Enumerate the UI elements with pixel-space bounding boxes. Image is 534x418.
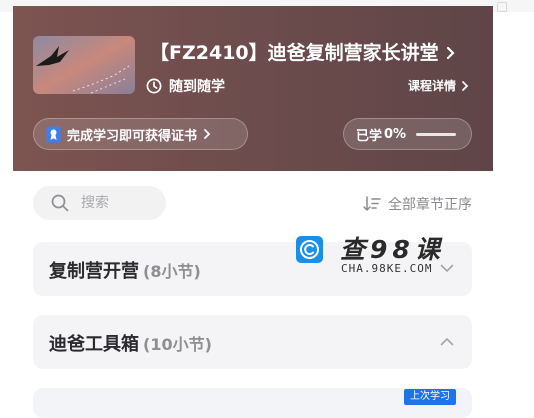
course-detail-link[interactable]: 课程详情 — [408, 77, 469, 94]
certificate-label: 完成学习即可获得证书 — [67, 128, 198, 144]
chevron-right-icon — [204, 129, 211, 139]
chapter-title: 复制营开营 (8小节) — [49, 257, 201, 283]
chapter-name: 迪爸工具箱 — [49, 334, 139, 355]
search-icon — [51, 194, 69, 212]
sort-toggle[interactable]: 全部章节正序 — [363, 194, 472, 214]
chapter-name: 复制营开营 — [49, 261, 139, 282]
clock-icon — [146, 78, 162, 94]
chapter-section-2[interactable]: 迪爸工具箱 (10小节) — [33, 315, 472, 369]
watermark-subtitle: CHA.98KE.COM — [341, 262, 433, 275]
course-thumbnail — [33, 36, 135, 94]
chevron-right-icon — [462, 80, 469, 91]
watermark-title: 查98课 — [340, 235, 445, 264]
progress-value: 0% — [384, 126, 407, 142]
search-input[interactable] — [79, 194, 163, 212]
progress-bar — [416, 132, 457, 136]
sort-icon — [363, 196, 381, 212]
chapter-count: (8小节) — [143, 262, 201, 281]
course-header: 【FZ2410】迪爸复制营家长讲堂 随到随学 课程详情 完成学习即可获得证书 已… — [13, 6, 493, 171]
window-control-icon — [497, 2, 507, 12]
progress-indicator: 已学 0% — [343, 118, 472, 150]
course-title[interactable]: 【FZ2410】迪爸复制营家长讲堂 — [150, 38, 470, 68]
progress-label: 已学 — [356, 128, 383, 144]
watermark: 查98课 CHA.98KE.COM — [296, 232, 466, 280]
search-box[interactable] — [33, 186, 166, 220]
learn-mode-label: 随到随学 — [169, 79, 225, 95]
chevron-right-icon[interactable] — [445, 42, 457, 64]
certificate-button[interactable]: 完成学习即可获得证书 — [33, 118, 248, 150]
certificate-icon — [46, 126, 61, 142]
sort-label: 全部章节正序 — [388, 197, 472, 213]
chapter-count: (10小节) — [143, 335, 212, 354]
learn-mode: 随到随学 — [146, 76, 225, 96]
chapter-title: 迪爸工具箱 (10小节) — [49, 330, 212, 356]
watermark-logo-icon — [296, 236, 323, 263]
course-detail-label: 课程详情 — [407, 79, 456, 93]
chevron-up-icon[interactable] — [440, 337, 454, 346]
